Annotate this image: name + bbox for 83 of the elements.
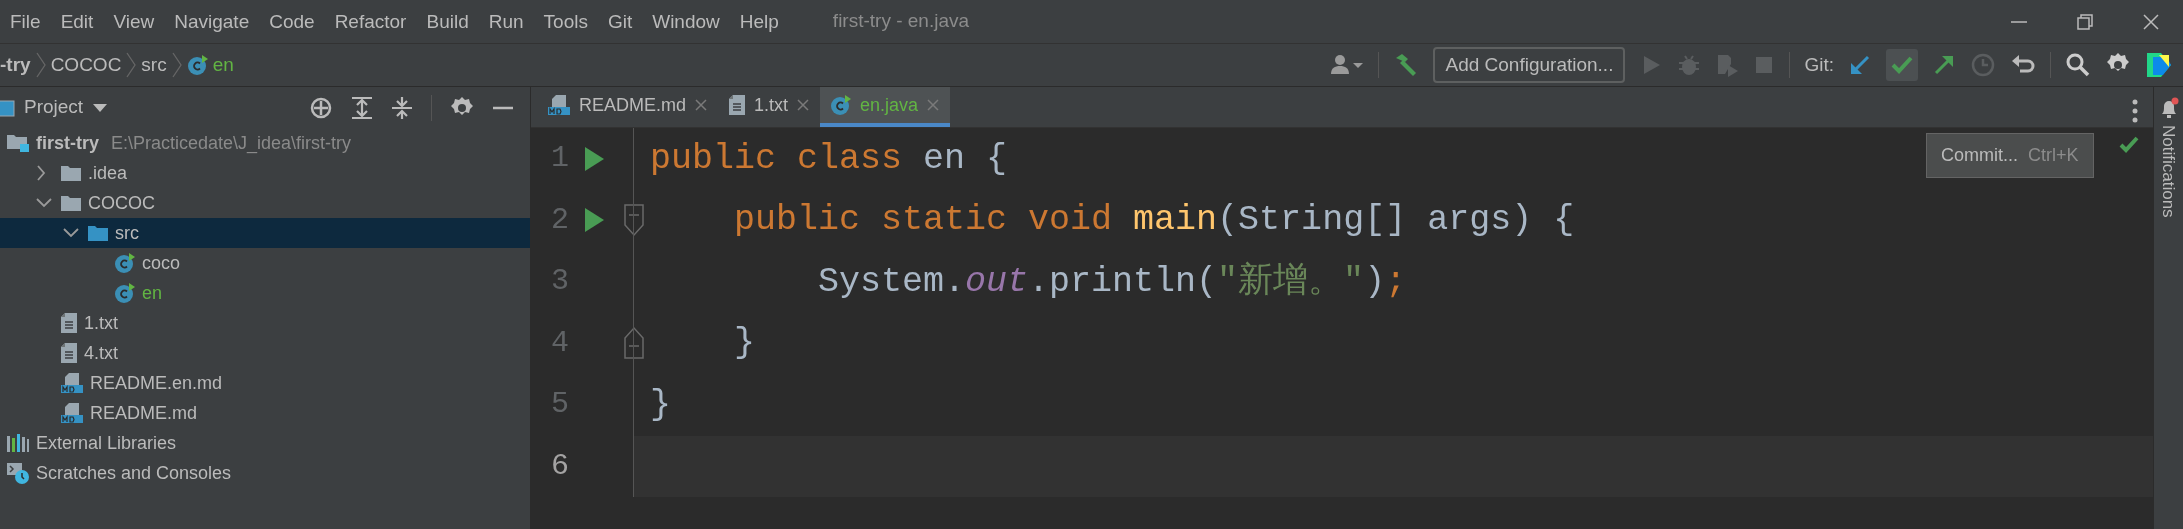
line-number: 5: [550, 386, 569, 424]
menu-item[interactable]: View: [103, 9, 165, 34]
close-icon[interactable]: [2141, 11, 2161, 32]
arrow-up-right-icon[interactable]: [1932, 53, 1956, 77]
menu-item[interactable]: Navigate: [164, 9, 260, 34]
file-icon: [728, 94, 746, 116]
breadcrumb-item[interactable]: -try: [0, 50, 31, 80]
user-icon[interactable]: [1330, 53, 1365, 77]
breadcrumb-item[interactable]: COCOC: [50, 50, 122, 80]
arrow-down-left-icon[interactable]: [1848, 53, 1872, 77]
run-icon[interactable]: [582, 206, 606, 235]
code-line: }: [733, 322, 756, 365]
panel-icon: [0, 97, 16, 118]
menu-item[interactable]: Refactor: [324, 9, 417, 34]
tree-item[interactable]: en: [0, 278, 530, 308]
menu-item[interactable]: Help: [729, 9, 789, 34]
collapse-all-icon[interactable]: [391, 95, 413, 120]
library-icon: [6, 433, 30, 453]
window-title: first-try - en.java: [832, 9, 970, 34]
tree-item[interactable]: first-try E:\Practicedate\J_idea\first-try: [0, 128, 530, 158]
code-line: }: [650, 383, 671, 427]
more-icon[interactable]: [2131, 98, 2139, 124]
class-icon: [830, 94, 853, 116]
tree-item[interactable]: .idea: [0, 158, 530, 188]
notifications-tab[interactable]: Notifications: [2155, 125, 2182, 218]
editor-tab[interactable]: en.java: [820, 87, 951, 127]
breadcrumb-item[interactable]: en: [186, 50, 234, 80]
code-line: System.out.println("新增。");: [817, 260, 1407, 304]
tree-item[interactable]: coco: [0, 248, 530, 278]
close-icon[interactable]: [694, 98, 708, 112]
markdown-file-icon: [547, 94, 571, 116]
folder-icon: [6, 133, 30, 153]
breadcrumb-item[interactable]: src: [141, 50, 167, 80]
expand-all-icon[interactable]: [351, 95, 373, 120]
crosshair-icon[interactable]: [309, 95, 333, 120]
folder-icon: [87, 224, 109, 242]
line-number: 1: [550, 140, 569, 178]
check-icon: [2119, 136, 2139, 154]
folder-icon: [60, 194, 82, 212]
class-icon: [114, 252, 136, 274]
line-number: 6: [550, 447, 569, 485]
panel-title: Project: [24, 95, 84, 120]
menu-item[interactable]: Edit: [50, 9, 104, 34]
class-icon: [114, 282, 136, 304]
code-line: public class en {: [650, 137, 1008, 181]
code-line: public static void main(String[] args) {: [733, 199, 1575, 242]
line-number: 3: [550, 263, 569, 301]
tree-item[interactable]: COCOC: [0, 188, 530, 218]
file-icon: [60, 342, 78, 364]
file-icon: [60, 312, 78, 334]
menu-item[interactable]: File: [0, 9, 51, 34]
tree-item[interactable]: External Libraries: [0, 428, 530, 458]
scratch-console-icon: [6, 461, 30, 485]
editor-tab[interactable]: README.md: [537, 87, 718, 127]
menu-item[interactable]: Window: [642, 9, 730, 34]
tree-item[interactable]: 1.txt: [0, 308, 530, 338]
close-icon[interactable]: [796, 98, 811, 112]
tree-item[interactable]: Scratches and Consoles: [0, 458, 530, 488]
project-path: E:\Practicedate\J_idea\first-try: [111, 131, 352, 156]
run-icon[interactable]: [582, 144, 606, 173]
menu-item[interactable]: Run: [478, 9, 534, 34]
caret-icon[interactable]: [91, 101, 110, 114]
tree-item[interactable]: README.en.md: [0, 368, 530, 398]
tooltip: Commit... Ctrl+K: [1926, 133, 2094, 178]
line-number: 2: [550, 201, 569, 239]
class-icon: [186, 54, 209, 76]
folder-icon: [60, 164, 82, 182]
menu-item[interactable]: Tools: [533, 9, 598, 34]
tree-item[interactable]: src: [0, 218, 530, 248]
markdown-file-icon: [60, 372, 84, 394]
search-icon[interactable]: [2065, 52, 2091, 78]
markdown-file-icon: [60, 402, 84, 424]
app-logo-icon[interactable]: [2145, 51, 2173, 79]
menu-item[interactable]: Code: [259, 9, 325, 34]
menu-item[interactable]: Git: [597, 9, 643, 34]
run-configuration-button[interactable]: Add Configuration...: [1433, 46, 1626, 84]
editor-tab[interactable]: 1.txt: [718, 87, 821, 127]
tree-item[interactable]: 4.txt: [0, 338, 530, 368]
restore-icon[interactable]: [2075, 11, 2095, 32]
menu-item[interactable]: Build: [416, 9, 479, 34]
tree-item[interactable]: README.md: [0, 398, 530, 428]
line-number: 4: [550, 324, 569, 362]
git-label: Git:: [1804, 52, 1834, 77]
